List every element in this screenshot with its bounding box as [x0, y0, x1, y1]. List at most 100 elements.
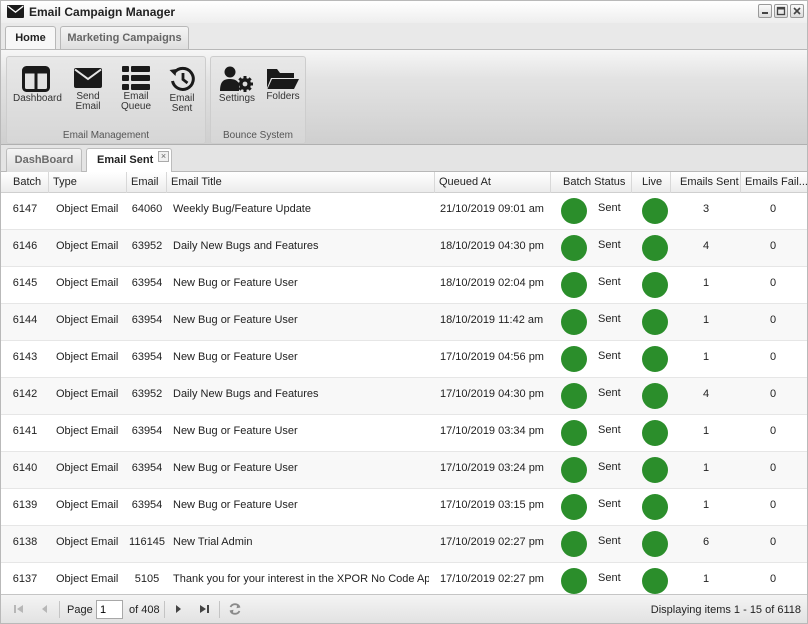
column-header-type[interactable]: Type	[49, 172, 127, 193]
batch-status-indicator	[561, 568, 587, 594]
cell-email-title: New Bug or Feature User	[173, 351, 298, 363]
cell-type: Object Email	[56, 425, 119, 437]
history-icon	[169, 66, 195, 91]
column-header-live[interactable]: Live	[632, 172, 671, 193]
cell-email-title: Daily New Bugs and Features	[173, 240, 319, 252]
email-sent-label-line2: Sent	[171, 103, 193, 114]
column-header-queued-at[interactable]: Queued At	[435, 172, 551, 193]
cell-queued-at: 17/10/2019 03:15 pm	[440, 499, 544, 511]
table-row[interactable]: 6140 Object Email 63954 New Bug or Feature …	[1, 452, 807, 489]
dashboard-button[interactable]: Dashboard	[13, 63, 62, 129]
refresh-icon[interactable]	[227, 601, 243, 617]
batch-status-label: Sent	[598, 313, 621, 325]
minimize-button[interactable]	[758, 4, 772, 18]
column-header-batch[interactable]: Batch	[1, 172, 49, 193]
previous-page-icon[interactable]	[37, 601, 53, 617]
column-header-emails-sent[interactable]: Emails Sent	[671, 172, 741, 193]
cell-email-title: New Bug or Feature User	[173, 277, 298, 289]
table-row[interactable]: 6142 Object Email 63952 Daily New Bugs and …	[1, 378, 807, 415]
ribbon-group-label: Bounce System	[222, 130, 294, 141]
email-sent-button[interactable]: Email Sent	[159, 63, 205, 129]
cell-emails-failed: 0	[769, 351, 777, 363]
pager-toolbar: Page of 408 Displaying items 1 - 15 of 6…	[1, 594, 807, 623]
live-indicator	[642, 198, 668, 224]
live-indicator	[642, 235, 668, 261]
cell-queued-at: 17/10/2019 03:34 pm	[440, 425, 544, 437]
cell-emails-failed: 0	[769, 240, 777, 252]
batch-status-indicator	[561, 272, 587, 298]
maximize-icon	[776, 6, 786, 16]
cell-emails-sent: 4	[702, 240, 710, 252]
cell-email: 116145	[129, 536, 165, 548]
folders-button[interactable]: Folders	[260, 63, 306, 129]
cell-emails-failed: 0	[769, 203, 777, 215]
cell-type: Object Email	[56, 351, 119, 363]
batch-status-label: Sent	[598, 461, 621, 473]
table-row[interactable]: 6137 Object Email 5105 Thank you for your i…	[1, 563, 807, 594]
column-header-batch-status[interactable]: Batch Status	[551, 172, 632, 193]
cell-email-title: Weekly Bug/Feature Update	[173, 203, 311, 215]
tab-marketing-campaigns[interactable]: Marketing Campaigns	[60, 26, 189, 49]
close-tab-icon[interactable]: ×	[158, 151, 169, 162]
table-row[interactable]: 6145 Object Email 63954 New Bug or Feature …	[1, 267, 807, 304]
live-indicator	[642, 494, 668, 520]
table-row[interactable]: 6141 Object Email 63954 New Bug or Feature …	[1, 415, 807, 452]
cell-type: Object Email	[56, 314, 119, 326]
batch-status-label: Sent	[598, 535, 621, 547]
close-button[interactable]	[790, 4, 804, 18]
table-row[interactable]: 6143 Object Email 63954 New Bug or Feature …	[1, 341, 807, 378]
first-page-icon[interactable]	[11, 601, 27, 617]
settings-button[interactable]: Settings	[214, 63, 260, 129]
cell-email-title: New Bug or Feature User	[173, 499, 298, 511]
table-row[interactable]: 6147 Object Email 64060 Weekly Bug/Feature …	[1, 193, 807, 230]
column-header-email[interactable]: Email	[127, 172, 167, 193]
last-page-icon[interactable]	[196, 601, 212, 617]
tab-home[interactable]: Home	[5, 26, 56, 49]
dashboard-button-label: Dashboard	[13, 93, 62, 104]
cell-emails-failed: 0	[769, 425, 777, 437]
table-row[interactable]: 6144 Object Email 63954 New Bug or Feature …	[1, 304, 807, 341]
batch-status-label: Sent	[598, 424, 621, 436]
cell-batch: 6147	[12, 203, 38, 215]
column-header-email-title[interactable]: Email Title	[167, 172, 435, 193]
maximize-button[interactable]	[774, 4, 788, 18]
live-indicator	[642, 457, 668, 483]
tab-dashboard[interactable]: DashBoard	[6, 148, 82, 172]
tab-email-sent[interactable]: Email Sent ×	[86, 148, 172, 173]
next-page-icon[interactable]	[170, 601, 186, 617]
cell-emails-failed: 0	[769, 573, 777, 585]
cell-type: Object Email	[56, 536, 119, 548]
cell-emails-sent: 1	[702, 499, 710, 511]
pager-separator	[219, 601, 220, 618]
cell-email: 5105	[134, 573, 160, 585]
ribbon-group-label: Email Management	[62, 130, 150, 141]
cell-email-title: New Bug or Feature User	[173, 425, 298, 437]
table-row[interactable]: 6139 Object Email 63954 New Bug or Feature …	[1, 489, 807, 526]
live-indicator	[642, 420, 668, 446]
table-row[interactable]: 6146 Object Email 63952 Daily New Bugs and …	[1, 230, 807, 267]
live-indicator	[642, 309, 668, 335]
cell-type: Object Email	[56, 462, 119, 474]
envelope-icon	[74, 68, 102, 88]
page-number-input[interactable]	[96, 600, 123, 619]
send-email-label-line2: Email	[75, 101, 101, 112]
cell-queued-at: 18/10/2019 02:04 pm	[440, 277, 544, 289]
live-indicator	[642, 346, 668, 372]
cell-emails-sent: 1	[702, 573, 710, 585]
table-row[interactable]: 6138 Object Email 116145 New Trial Admin 17/…	[1, 526, 807, 563]
column-header-emails-failed[interactable]: Emails Fail...	[741, 172, 807, 193]
grid-header: Batch Type Email Email Title Queued At B…	[1, 172, 807, 193]
email-queue-button[interactable]: Email Queue	[113, 63, 159, 129]
app-window: Email Campaign Manager Home Marketing Ca…	[0, 0, 808, 624]
users-gear-icon	[220, 66, 253, 92]
document-tab-bar: DashBoard Email Sent ×	[1, 145, 807, 173]
cell-emails-failed: 0	[769, 536, 777, 548]
cell-queued-at: 17/10/2019 04:30 pm	[440, 388, 544, 400]
cell-email-title: New Bug or Feature User	[173, 314, 298, 326]
ribbon-tab-bar: Home Marketing Campaigns	[1, 23, 807, 49]
pager-info: Displaying items 1 - 15 of 6118	[650, 604, 801, 616]
send-email-button[interactable]: Send Email	[65, 63, 111, 129]
settings-button-label: Settings	[218, 93, 256, 104]
ribbon-group-bounce-system: Settings Folders Bounce System	[210, 56, 306, 144]
cell-emails-failed: 0	[769, 277, 777, 289]
